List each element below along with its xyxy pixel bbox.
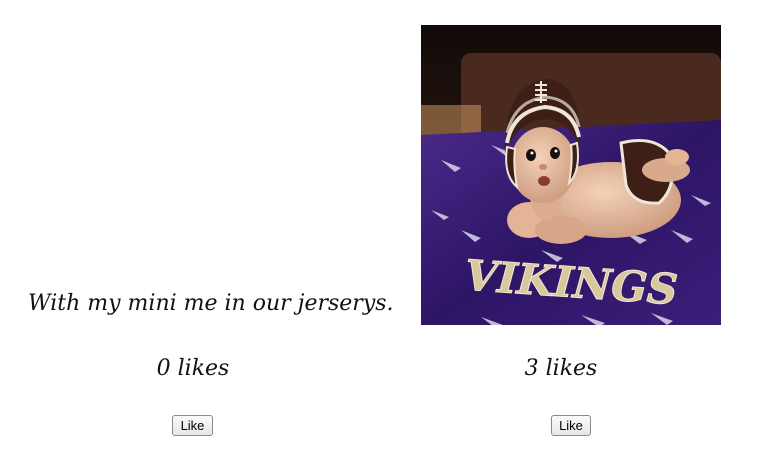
likes-count: 0 likes [156, 356, 230, 381]
like-button[interactable]: Like [172, 415, 213, 436]
post-card-2: VIKINGS 3 likes Like [380, 0, 760, 450]
post-card-1: With my mini me in our jerserys. 0 likes… [0, 0, 394, 450]
post-caption: With my mini me in our jerserys. [28, 291, 394, 316]
baby-photo-illustration: VIKINGS [421, 25, 721, 325]
post-photo: VIKINGS [421, 25, 721, 325]
like-button[interactable]: Like [551, 415, 591, 436]
likes-count: 3 likes [524, 356, 598, 381]
